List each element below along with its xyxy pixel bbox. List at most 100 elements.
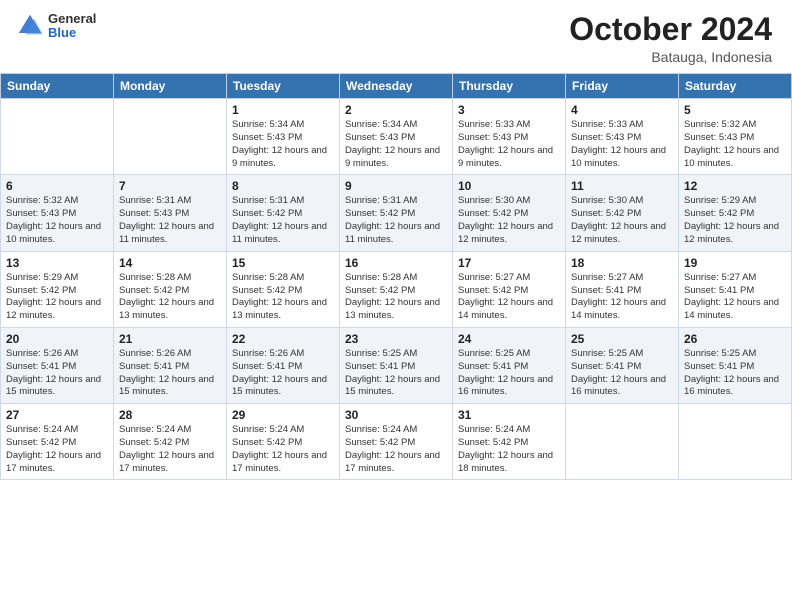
day-detail: Sunrise: 5:31 AMSunset: 5:42 PMDaylight:…: [345, 195, 447, 246]
weekday-header-wednesday: Wednesday: [340, 74, 453, 99]
day-detail: Sunrise: 5:24 AMSunset: 5:42 PMDaylight:…: [232, 424, 334, 475]
calendar-cell: 27Sunrise: 5:24 AMSunset: 5:42 PMDayligh…: [1, 404, 114, 480]
day-detail: Sunrise: 5:27 AMSunset: 5:42 PMDaylight:…: [458, 272, 560, 323]
calendar-week-row: 1 Sunrise: 5:34 AMSunset: 5:43 PMDaylight…: [1, 99, 792, 175]
month-year: October 2024: [569, 12, 772, 47]
calendar-cell: 8Sunrise: 5:31 AMSunset: 5:42 PMDaylight…: [227, 175, 340, 251]
title-block: October 2024 Batauga, Indonesia: [569, 12, 772, 65]
day-number: 5: [684, 103, 786, 117]
calendar-cell: [1, 99, 114, 175]
calendar-cell: 18 Sunrise: 5:27 AMSunset: 5:41 PMDayligh…: [566, 251, 679, 327]
day-number: 2: [345, 103, 447, 117]
day-number: 29: [232, 408, 334, 422]
day-number: 31: [458, 408, 560, 422]
day-detail: Sunrise: 5:25 AMSunset: 5:41 PMDaylight:…: [458, 348, 560, 399]
calendar-cell: 5 Sunrise: 5:32 AMSunset: 5:43 PMDaylight…: [679, 99, 792, 175]
day-number: 10: [458, 179, 560, 193]
day-detail: Sunrise: 5:28 AMSunset: 5:42 PMDaylight:…: [345, 272, 447, 323]
day-detail: Sunrise: 5:24 AMSunset: 5:42 PMDaylight:…: [458, 424, 560, 475]
day-number: 26: [684, 332, 786, 346]
page: General Blue October 2024 Batauga, Indon…: [0, 0, 792, 612]
calendar-cell: [114, 99, 227, 175]
day-detail: Sunrise: 5:29 AMSunset: 5:42 PMDaylight:…: [6, 272, 108, 323]
day-detail: Sunrise: 5:29 AMSunset: 5:42 PMDaylight:…: [684, 195, 786, 246]
logo-blue: Blue: [48, 26, 96, 40]
calendar-cell: 16 Sunrise: 5:28 AMSunset: 5:42 PMDayligh…: [340, 251, 453, 327]
calendar-week-row: 13 Sunrise: 5:29 AMSunset: 5:42 PMDayligh…: [1, 251, 792, 327]
day-detail: Sunrise: 5:31 AMSunset: 5:42 PMDaylight:…: [232, 195, 334, 246]
calendar-cell: 14 Sunrise: 5:28 AMSunset: 5:42 PMDayligh…: [114, 251, 227, 327]
day-number: 24: [458, 332, 560, 346]
calendar-cell: 9 Sunrise: 5:31 AMSunset: 5:42 PMDaylight…: [340, 175, 453, 251]
calendar-cell: 31 Sunrise: 5:24 AMSunset: 5:42 PMDayligh…: [453, 404, 566, 480]
calendar-cell: 12 Sunrise: 5:29 AMSunset: 5:42 PMDayligh…: [679, 175, 792, 251]
day-detail: Sunrise: 5:27 AMSunset: 5:41 PMDaylight:…: [684, 272, 786, 323]
calendar-cell: 15Sunrise: 5:28 AMSunset: 5:42 PMDayligh…: [227, 251, 340, 327]
calendar-cell: 28Sunrise: 5:24 AMSunset: 5:42 PMDayligh…: [114, 404, 227, 480]
logo-general: General: [48, 12, 96, 26]
day-number: 25: [571, 332, 673, 346]
day-number: 18: [571, 256, 673, 270]
day-detail: Sunrise: 5:32 AMSunset: 5:43 PMDaylight:…: [6, 195, 108, 246]
weekday-header-thursday: Thursday: [453, 74, 566, 99]
day-number: 9: [345, 179, 447, 193]
logo-icon: [16, 12, 44, 40]
calendar-cell: 7Sunrise: 5:31 AMSunset: 5:43 PMDaylight…: [114, 175, 227, 251]
day-detail: Sunrise: 5:27 AMSunset: 5:41 PMDaylight:…: [571, 272, 673, 323]
calendar-cell: [679, 404, 792, 480]
calendar-cell: 21Sunrise: 5:26 AMSunset: 5:41 PMDayligh…: [114, 327, 227, 403]
day-number: 17: [458, 256, 560, 270]
day-number: 16: [345, 256, 447, 270]
calendar-cell: 3 Sunrise: 5:33 AMSunset: 5:43 PMDaylight…: [453, 99, 566, 175]
weekday-header-tuesday: Tuesday: [227, 74, 340, 99]
calendar-cell: 11Sunrise: 5:30 AMSunset: 5:42 PMDayligh…: [566, 175, 679, 251]
day-detail: Sunrise: 5:24 AMSunset: 5:42 PMDaylight:…: [119, 424, 221, 475]
calendar-cell: 4Sunrise: 5:33 AMSunset: 5:43 PMDaylight…: [566, 99, 679, 175]
header: General Blue October 2024 Batauga, Indon…: [0, 0, 792, 73]
calendar-cell: 6 Sunrise: 5:32 AMSunset: 5:43 PMDaylight…: [1, 175, 114, 251]
calendar-cell: 24 Sunrise: 5:25 AMSunset: 5:41 PMDayligh…: [453, 327, 566, 403]
logo-text: General Blue: [48, 12, 96, 41]
day-number: 3: [458, 103, 560, 117]
calendar-cell: 19 Sunrise: 5:27 AMSunset: 5:41 PMDayligh…: [679, 251, 792, 327]
day-number: 20: [6, 332, 108, 346]
day-number: 12: [684, 179, 786, 193]
day-detail: Sunrise: 5:30 AMSunset: 5:42 PMDaylight:…: [571, 195, 673, 246]
calendar-cell: 26 Sunrise: 5:25 AMSunset: 5:41 PMDayligh…: [679, 327, 792, 403]
calendar-week-row: 6 Sunrise: 5:32 AMSunset: 5:43 PMDaylight…: [1, 175, 792, 251]
day-detail: Sunrise: 5:25 AMSunset: 5:41 PMDaylight:…: [684, 348, 786, 399]
day-detail: Sunrise: 5:34 AMSunset: 5:43 PMDaylight:…: [232, 119, 334, 170]
location: Batauga, Indonesia: [569, 49, 772, 65]
logo: General Blue: [16, 12, 96, 41]
day-number: 7: [119, 179, 221, 193]
calendar-cell: 10Sunrise: 5:30 AMSunset: 5:42 PMDayligh…: [453, 175, 566, 251]
day-detail: Sunrise: 5:33 AMSunset: 5:43 PMDaylight:…: [571, 119, 673, 170]
day-number: 19: [684, 256, 786, 270]
day-detail: Sunrise: 5:25 AMSunset: 5:41 PMDaylight:…: [571, 348, 673, 399]
calendar-cell: [566, 404, 679, 480]
day-detail: Sunrise: 5:26 AMSunset: 5:41 PMDaylight:…: [6, 348, 108, 399]
day-detail: Sunrise: 5:25 AMSunset: 5:41 PMDaylight:…: [345, 348, 447, 399]
calendar-cell: 13 Sunrise: 5:29 AMSunset: 5:42 PMDayligh…: [1, 251, 114, 327]
day-detail: Sunrise: 5:24 AMSunset: 5:42 PMDaylight:…: [6, 424, 108, 475]
day-number: 6: [6, 179, 108, 193]
calendar-cell: 29 Sunrise: 5:24 AMSunset: 5:42 PMDayligh…: [227, 404, 340, 480]
calendar-cell: 2 Sunrise: 5:34 AMSunset: 5:43 PMDaylight…: [340, 99, 453, 175]
day-detail: Sunrise: 5:32 AMSunset: 5:43 PMDaylight:…: [684, 119, 786, 170]
calendar-week-row: 20 Sunrise: 5:26 AMSunset: 5:41 PMDayligh…: [1, 327, 792, 403]
day-number: 1: [232, 103, 334, 117]
day-number: 14: [119, 256, 221, 270]
day-number: 22: [232, 332, 334, 346]
day-detail: Sunrise: 5:33 AMSunset: 5:43 PMDaylight:…: [458, 119, 560, 170]
weekday-header-sunday: Sunday: [1, 74, 114, 99]
day-detail: Sunrise: 5:34 AMSunset: 5:43 PMDaylight:…: [345, 119, 447, 170]
day-number: 21: [119, 332, 221, 346]
weekday-header-friday: Friday: [566, 74, 679, 99]
day-number: 30: [345, 408, 447, 422]
calendar-cell: 30 Sunrise: 5:24 AMSunset: 5:42 PMDayligh…: [340, 404, 453, 480]
day-detail: Sunrise: 5:28 AMSunset: 5:42 PMDaylight:…: [119, 272, 221, 323]
day-number: 13: [6, 256, 108, 270]
weekday-header-saturday: Saturday: [679, 74, 792, 99]
day-detail: Sunrise: 5:24 AMSunset: 5:42 PMDaylight:…: [345, 424, 447, 475]
calendar-table: SundayMondayTuesdayWednesdayThursdayFrid…: [0, 73, 792, 480]
